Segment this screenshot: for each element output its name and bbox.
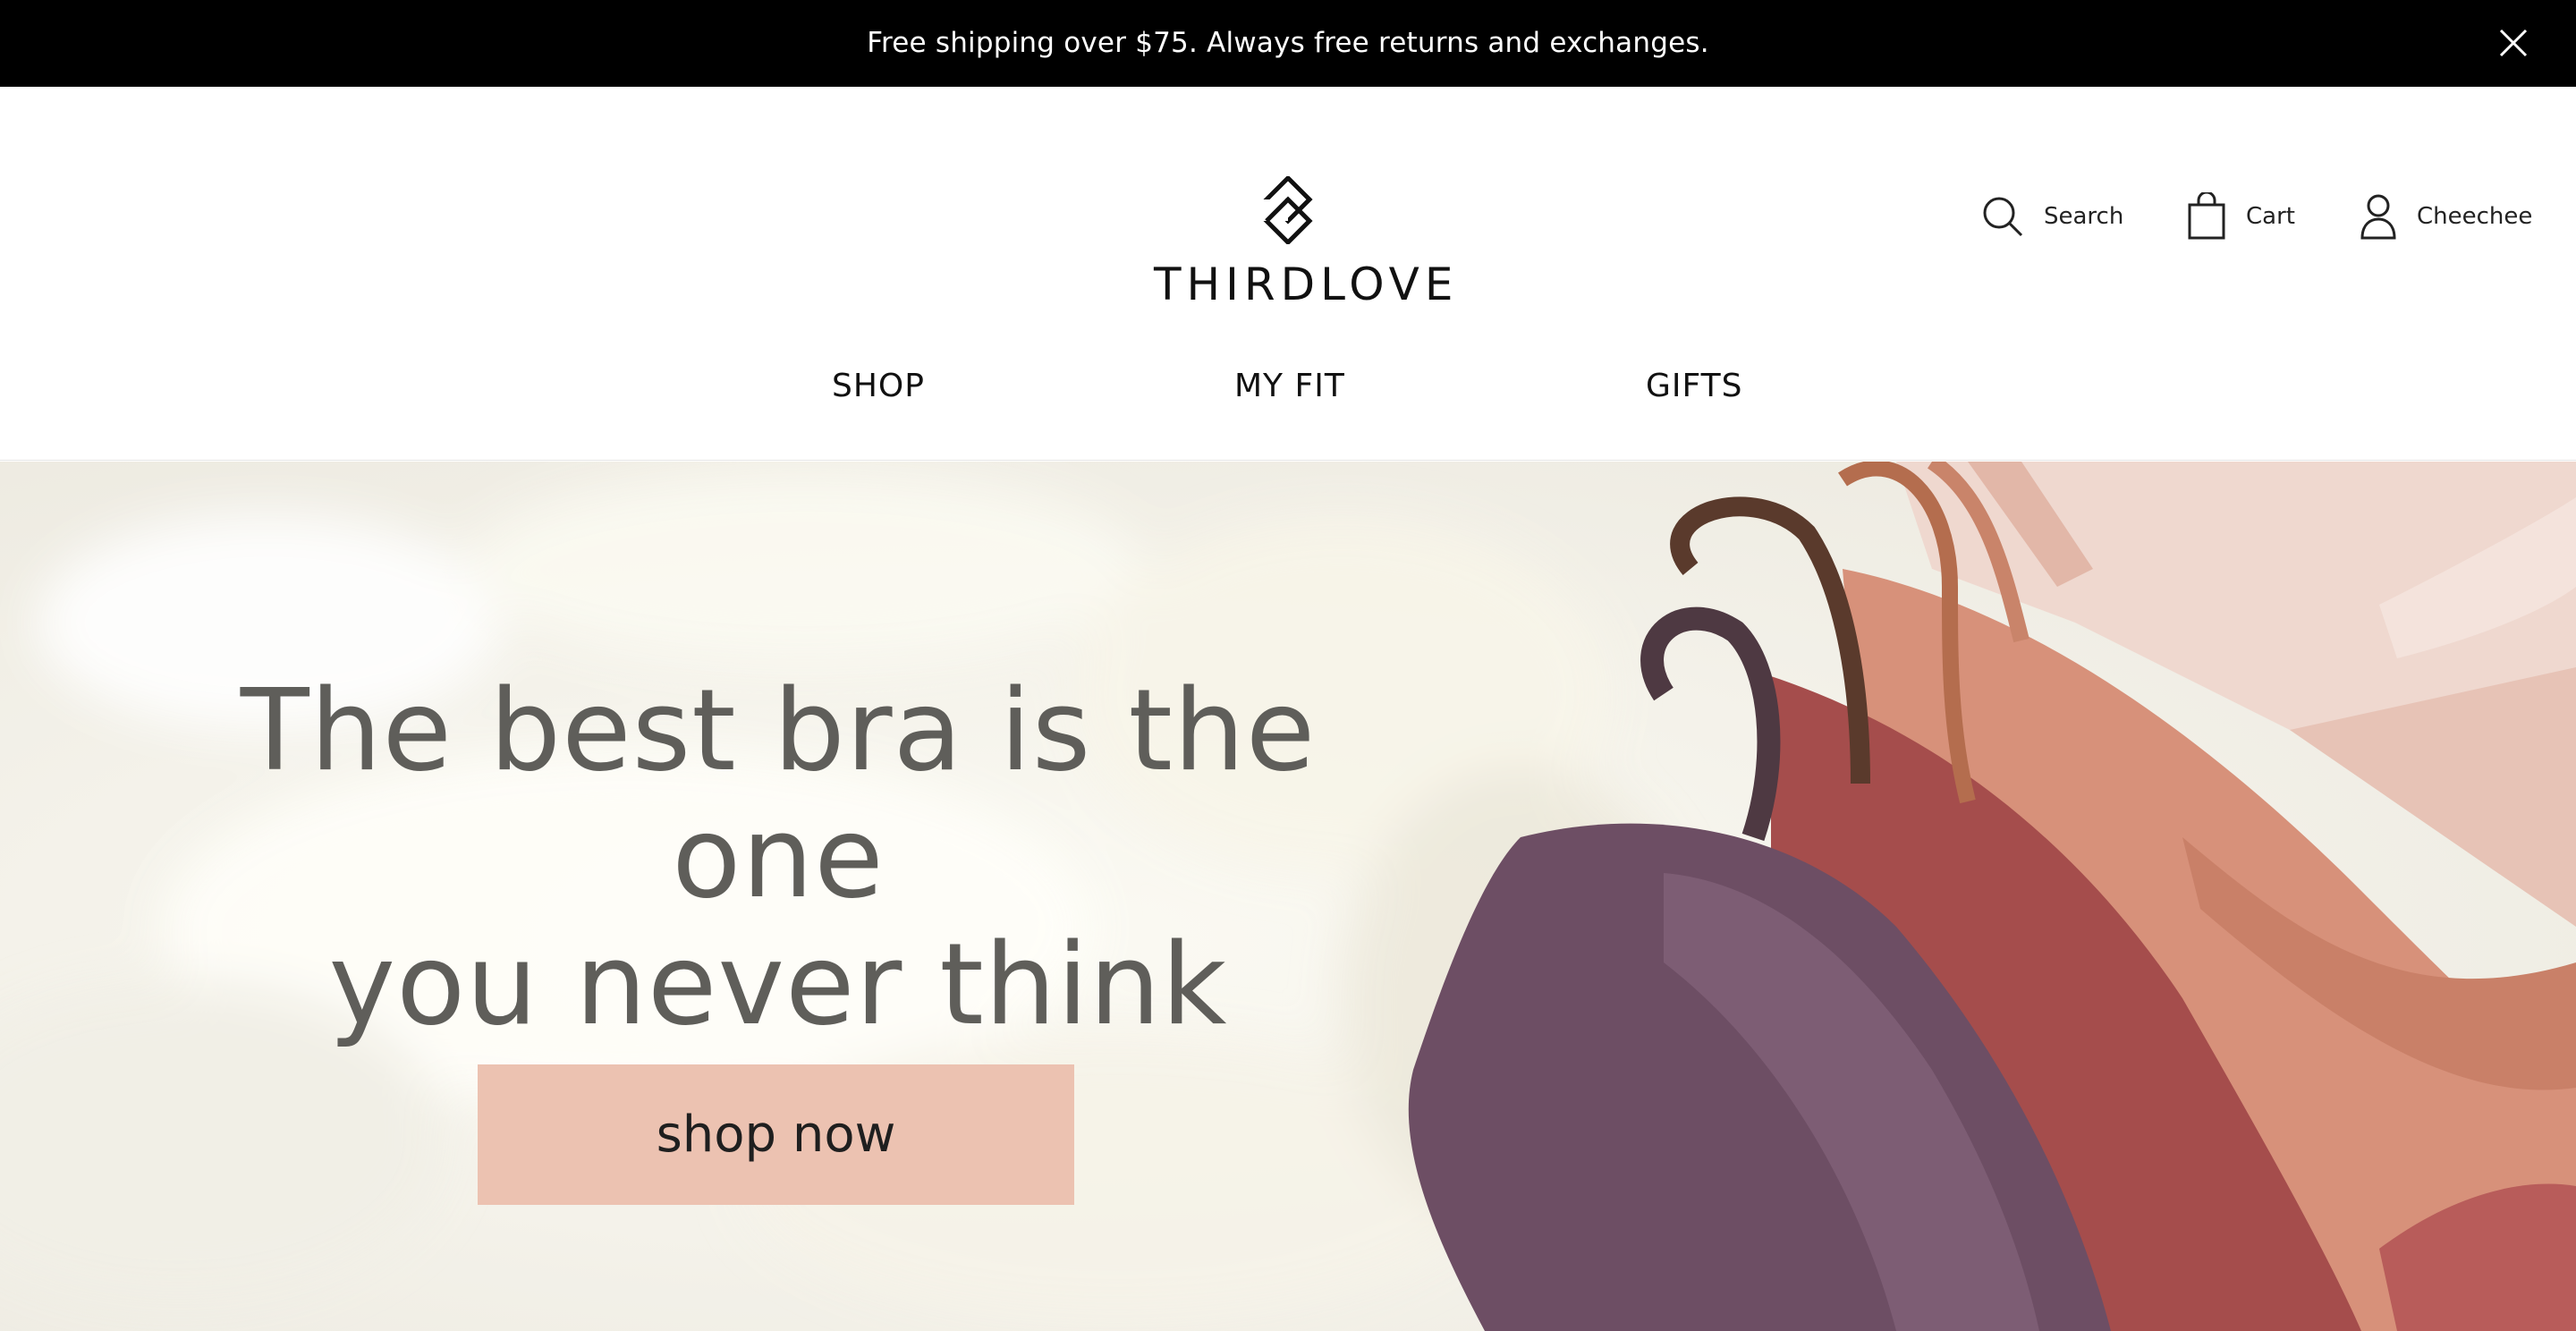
thirdlove-logo-icon [1261,176,1313,244]
cart-label: Cart [2246,203,2295,230]
close-icon[interactable] [2496,25,2531,61]
nav-item-my-fit[interactable]: MY FIT [1234,355,1345,418]
shop-now-button[interactable]: shop now [478,1064,1074,1205]
logo-wordmark: THIRDLOVE [1154,259,1459,310]
hero-banner: The best bra is the one you never think … [0,462,2576,1331]
site-header: THIRDLOVE Search Cart Cheechee SHOP MY F… [0,87,2576,461]
site-logo[interactable]: THIRDLOVE [1154,176,1459,310]
search-icon [1983,197,2023,237]
account-button[interactable]: Cheechee [2360,190,2532,243]
nav-item-shop[interactable]: SHOP [832,355,925,418]
account-label: Cheechee [2417,203,2533,230]
nav-item-gifts[interactable]: GIFTS [1646,355,1742,418]
search-label: Search [2044,203,2124,230]
user-icon [2360,194,2396,240]
cart-button[interactable]: Cart [2187,190,2295,243]
announcement-bar: Free shipping over $75. Always free retu… [0,0,2576,87]
hero-headline-line-1: The best bra is the one [240,665,1317,923]
shopping-bag-icon [2188,192,2225,240]
bras-product-image [1408,462,2576,1331]
search-button[interactable]: Search [1981,190,2123,243]
main-nav: SHOP MY FIT GIFTS [0,355,2576,418]
announcement-text: Free shipping over $75. Always free retu… [867,27,1709,59]
